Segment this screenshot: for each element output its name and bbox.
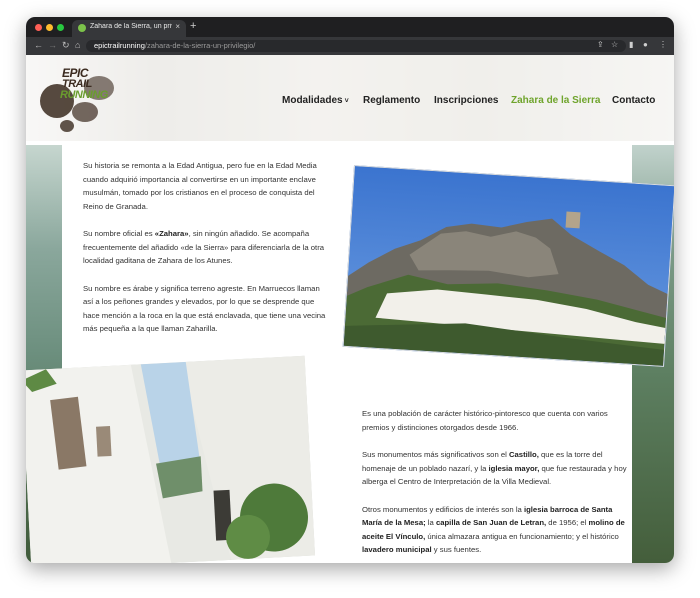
body-paragraph: Su nombre es árabe y significa terreno a… — [83, 282, 331, 336]
bookmark-star-icon[interactable]: ☆ — [611, 40, 618, 49]
back-icon[interactable]: ← — [34, 40, 43, 50]
browser-tab[interactable]: Zahara de la Sierra, un privilegio × — [72, 20, 186, 37]
url-domain: epictrailrunning — [94, 41, 145, 50]
logo-text-running: RUNNING — [60, 89, 108, 101]
white-street-photo — [26, 355, 316, 563]
highlighted-text: «Zahara» — [154, 229, 189, 238]
browser-window: Zahara de la Sierra, un privilegio × + ←… — [26, 17, 674, 563]
body-paragraph: Es una población de carácter histórico-p… — [362, 407, 630, 434]
text-run: la — [425, 518, 436, 527]
body-paragraph: Su historia se remonta a la Edad Antigua… — [83, 159, 331, 213]
menu-item-contacto[interactable]: Contacto — [612, 95, 655, 106]
text-run: Su nombre oficial es — [83, 229, 155, 238]
forward-icon[interactable]: → — [48, 40, 57, 50]
zahara-castle-photo — [342, 165, 674, 367]
highlighted-text: lavadero municipal — [362, 545, 432, 554]
body-paragraph: Su nombre oficial es «Zahara», sin ningú… — [83, 227, 331, 268]
share-icon[interactable]: ⇪ — [597, 40, 604, 49]
text-run: Su nombre es árabe y significa terreno a… — [83, 283, 326, 334]
web-page: EPIC TRAIL RUNNING Modalidades ˅ Reglamen… — [26, 55, 674, 563]
close-window-button[interactable] — [35, 24, 42, 31]
history-text-column: Su historia se remonta a la Edad Antigua… — [83, 159, 331, 336]
text-run: única almazara antigua en funcionamiento… — [425, 531, 619, 541]
text-run: Su historia se remonta a la Edad Antigua… — [83, 161, 317, 211]
new-tab-button[interactable]: + — [190, 20, 196, 32]
home-icon[interactable]: ⌂ — [75, 40, 80, 50]
epic-trail-running-logo[interactable]: EPIC TRAIL RUNNING — [32, 62, 124, 140]
highlighted-text: Castillo, — [508, 450, 539, 459]
sidebar-toggle-icon[interactable]: ▮ — [629, 40, 633, 49]
tab-close-icon[interactable]: × — [175, 22, 180, 31]
menu-item-inscripciones[interactable]: Inscripciones — [434, 95, 498, 106]
menu-item-modalidades[interactable]: Modalidades ˅ — [282, 95, 349, 106]
url-path: /zahara-de-la-sierra-un-privilegio/ — [144, 41, 256, 50]
tab-bar: Zahara de la Sierra, un privilegio × + — [26, 17, 674, 37]
minimize-window-button[interactable] — [46, 24, 53, 31]
chevron-down-icon: ˅ — [344, 98, 349, 105]
browser-menu-icon[interactable]: ⋮ — [659, 40, 667, 49]
text-run: de 1956; el — [546, 518, 589, 527]
profile-icon[interactable]: ● — [643, 40, 648, 49]
menu-item-zahara[interactable]: Zahara de la Sierra — [511, 95, 601, 106]
body-paragraph: Sus monumentos más significativos son el… — [362, 448, 630, 489]
tab-title: Zahara de la Sierra, un privilegio — [90, 23, 172, 30]
text-run: y sus fuentes. — [431, 545, 482, 554]
site-favicon-icon — [78, 24, 86, 32]
site-header: EPIC TRAIL RUNNING Modalidades ˅ Reglamen… — [26, 55, 674, 141]
highlighted-text: capilla de San Juan de Letran, — [435, 518, 547, 527]
highlighted-text: iglesia mayor, — [488, 463, 540, 473]
url-field[interactable]: epictrailrunning/zahara-de-la-sierra-un-… — [86, 40, 626, 52]
maximize-window-button[interactable] — [57, 24, 64, 31]
text-run: Sus monumentos más significativos son el — [362, 450, 509, 459]
text-run: Es una población de carácter histórico-p… — [362, 409, 608, 432]
reload-icon[interactable]: ↻ — [62, 40, 70, 51]
text-run: Otros monumentos y edificios de interés … — [362, 504, 524, 514]
body-paragraph: Otros monumentos y edificios de interés … — [362, 503, 630, 557]
address-bar-row: ← → ↻ ⌂ epictrailrunning/zahara-de-la-si… — [26, 37, 674, 55]
monuments-text-column: Es una población de carácter histórico-p… — [362, 407, 630, 557]
menu-item-reglamento[interactable]: Reglamento — [363, 95, 420, 106]
